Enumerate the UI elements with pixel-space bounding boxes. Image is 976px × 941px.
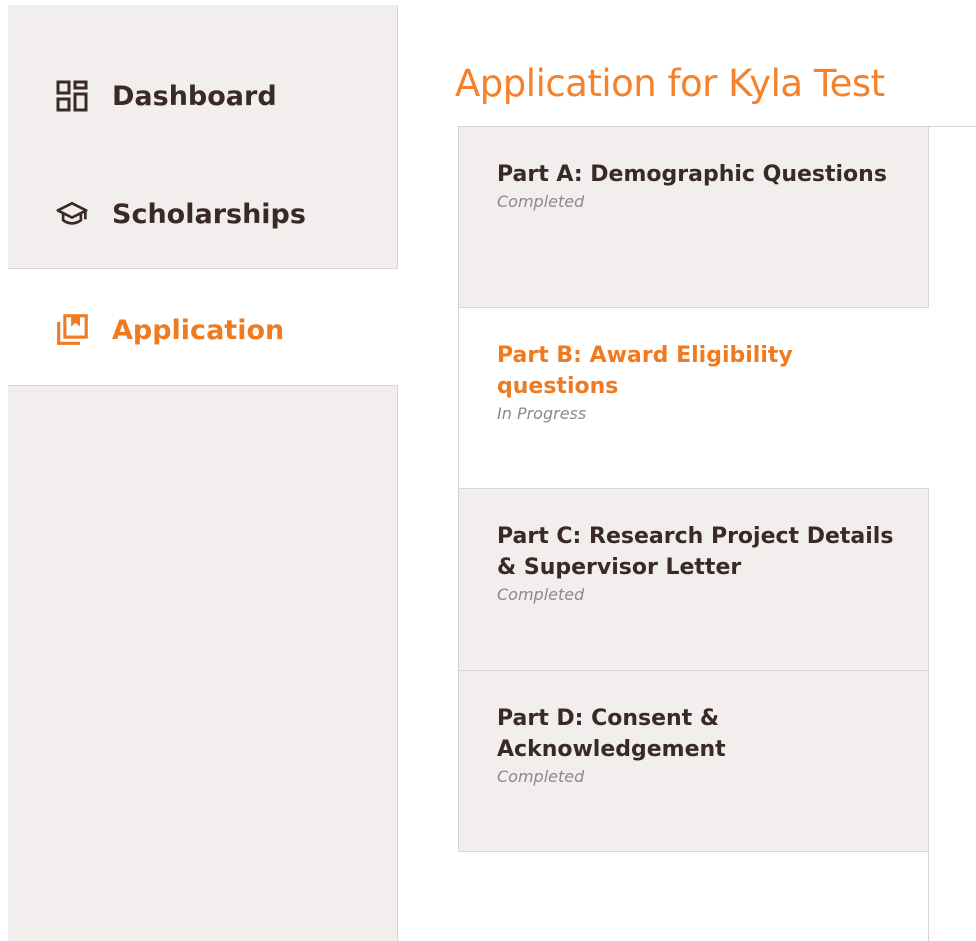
part-status: Completed <box>497 192 585 211</box>
page-title: Application for Kyla Test <box>455 62 885 105</box>
content-top-divider <box>928 126 976 127</box>
application-icon <box>56 314 88 346</box>
part-a-item[interactable]: Part A: Demographic Questions Completed <box>458 126 929 308</box>
part-title: Part B: Award Eligibility questions <box>497 343 793 399</box>
part-status: In Progress <box>497 404 587 423</box>
sidebar-bottom-panel <box>8 385 398 941</box>
part-d-item[interactable]: Part D: Consent & Acknowledgement Comple… <box>458 671 929 852</box>
page: Dashboard Scholarships Application Appli… <box>0 0 976 941</box>
application-parts-list: Part A: Demographic Questions Completed … <box>458 126 929 852</box>
dashboard-icon <box>56 80 88 112</box>
part-status: Completed <box>497 585 585 604</box>
part-b-item[interactable]: Part B: Award Eligibility questions In P… <box>458 308 929 489</box>
sidebar-item-application[interactable]: Application <box>56 310 284 350</box>
part-title: Part D: Consent & Acknowledgement <box>497 706 726 762</box>
part-c-item[interactable]: Part C: Research Project Details & Super… <box>458 489 929 671</box>
sidebar-item-dashboard[interactable]: Dashboard <box>56 76 277 116</box>
part-title: Part A: Demographic Questions <box>497 162 887 187</box>
part-title: Part C: Research Project Details & Super… <box>497 524 894 580</box>
part-status: Completed <box>497 767 585 786</box>
sidebar-item-label: Scholarships <box>112 198 306 230</box>
sidebar-item-scholarships[interactable]: Scholarships <box>56 194 306 234</box>
graduation-cap-icon <box>56 198 88 230</box>
sidebar-item-label: Dashboard <box>112 80 277 112</box>
sidebar-item-label: Application <box>112 314 285 346</box>
